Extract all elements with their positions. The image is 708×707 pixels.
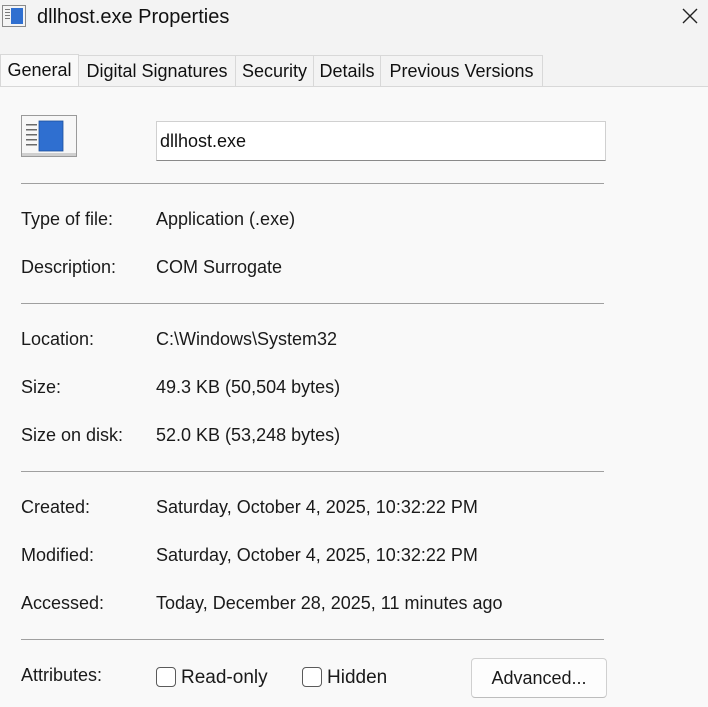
modified-label: Modified: <box>21 545 95 565</box>
modified-value: Saturday, October 4, 2025, 10:32:22 PM <box>156 545 478 565</box>
accessed-label: Accessed: <box>21 593 105 613</box>
application-file-icon <box>21 115 77 157</box>
size-on-disk-label: Size on disk: <box>21 425 124 445</box>
size-value: 49.3 KB (50,504 bytes) <box>156 377 341 397</box>
read-only-label[interactable]: Read-only <box>181 667 268 689</box>
tab-general[interactable]: General <box>0 54 79 86</box>
file-name-field[interactable] <box>156 121 606 161</box>
hidden-label[interactable]: Hidden <box>327 667 387 689</box>
close-button[interactable] <box>672 0 708 36</box>
divider <box>21 183 604 184</box>
accessed-value: Today, December 28, 2025, 11 minutes ago <box>156 593 503 613</box>
created-label: Created: <box>21 497 91 517</box>
tab-security[interactable]: Security <box>236 55 314 86</box>
window-title: dllhost.exe Properties <box>37 6 230 28</box>
divider <box>21 639 604 640</box>
read-only-checkbox[interactable] <box>156 667 176 687</box>
hidden-checkbox[interactable] <box>302 667 322 687</box>
tab-strip: General Digital Signatures Security Deta… <box>0 54 708 87</box>
type-of-file-label: Type of file: <box>21 209 114 229</box>
location-label: Location: <box>21 329 95 349</box>
divider <box>21 303 604 304</box>
size-label: Size: <box>21 377 62 397</box>
properties-dialog: dllhost.exe Properties General Digital S… <box>0 0 708 707</box>
type-of-file-value: Application (.exe) <box>156 209 296 229</box>
description-label: Description: <box>21 257 117 277</box>
attributes-label: Attributes: <box>21 665 103 685</box>
tab-digital-signatures[interactable]: Digital Signatures <box>79 55 236 86</box>
location-value: C:\Windows\System32 <box>156 329 338 349</box>
description-value: COM Surrogate <box>156 257 283 277</box>
close-icon <box>681 7 699 30</box>
tab-details[interactable]: Details <box>314 55 381 86</box>
tab-previous-versions[interactable]: Previous Versions <box>381 55 543 86</box>
advanced-button[interactable]: Advanced... <box>471 658 607 698</box>
application-window-icon <box>2 5 26 27</box>
created-value: Saturday, October 4, 2025, 10:32:22 PM <box>156 497 478 517</box>
size-on-disk-value: 52.0 KB (53,248 bytes) <box>156 425 341 445</box>
divider <box>21 471 604 472</box>
title-bar: dllhost.exe Properties <box>0 0 708 40</box>
